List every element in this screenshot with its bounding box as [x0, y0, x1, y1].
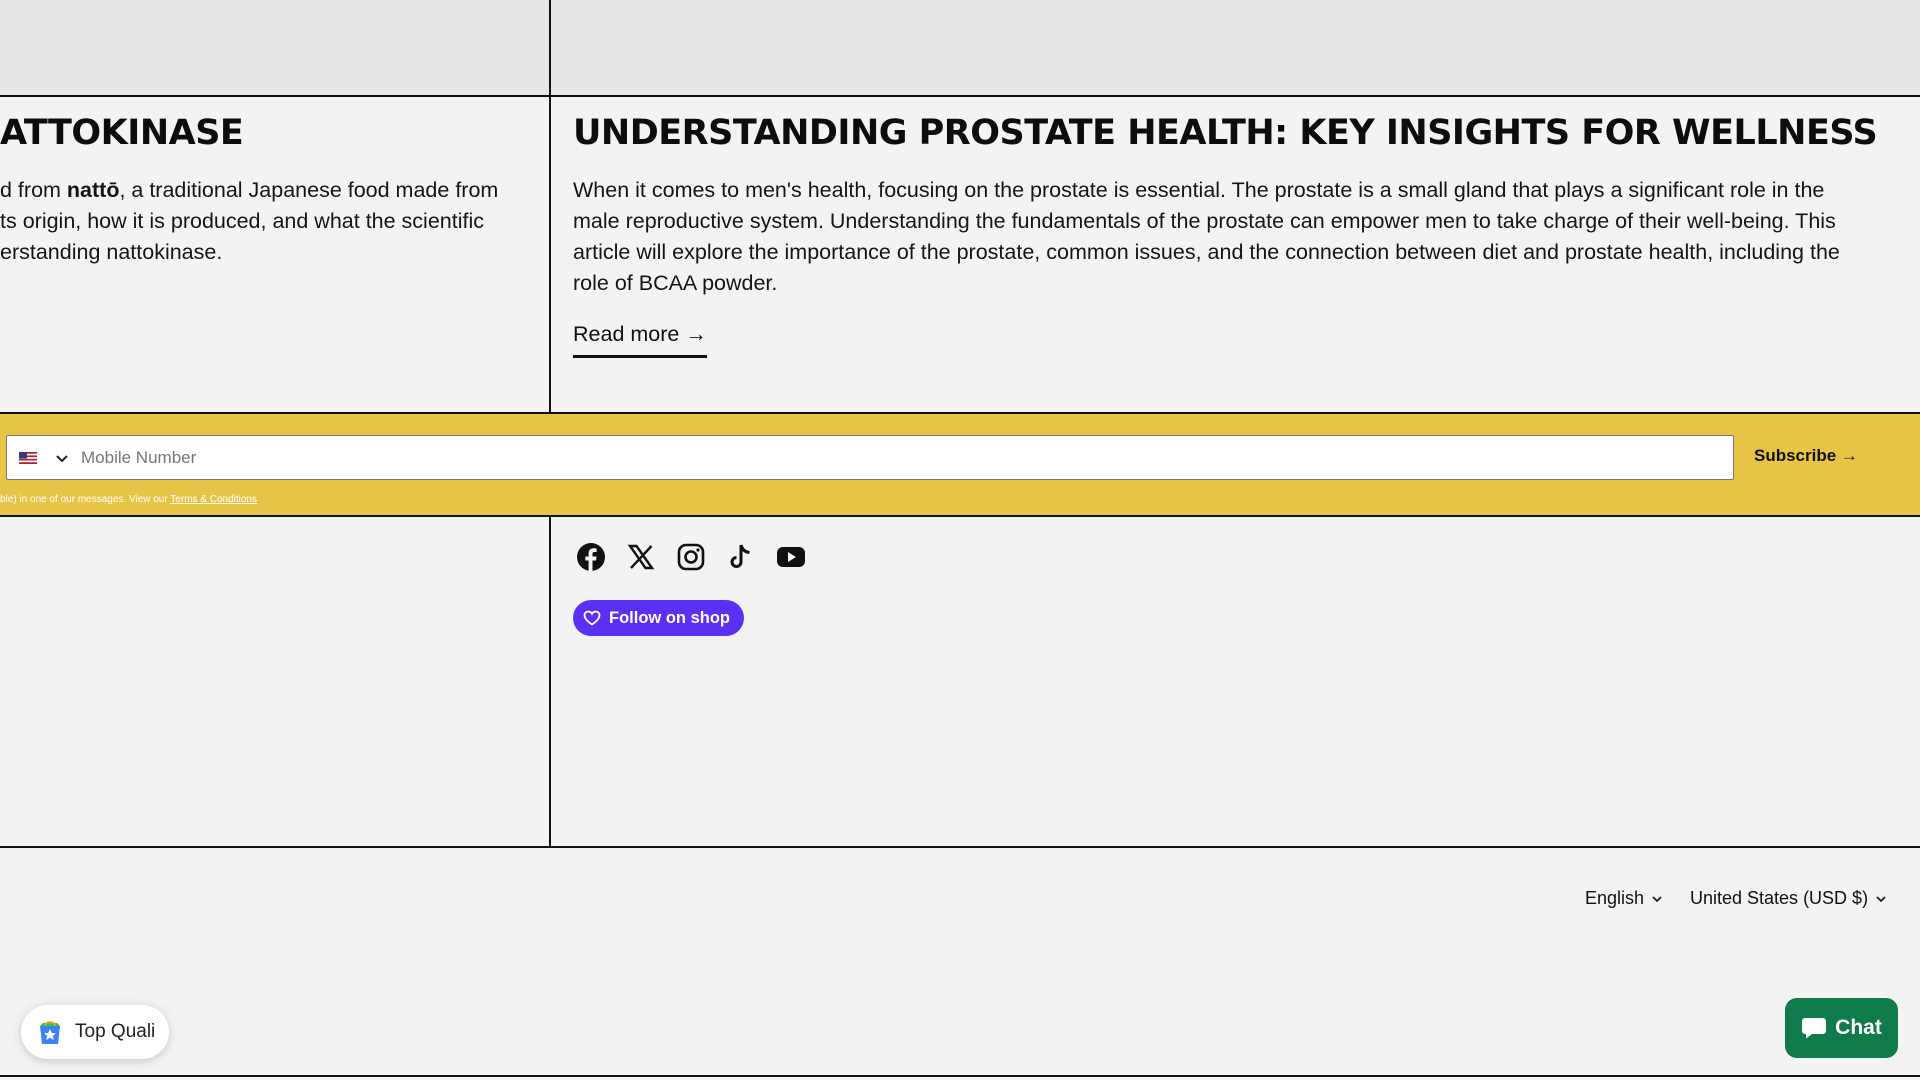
excerpt-line: role of BCAA powder.	[573, 271, 778, 295]
excerpt-text: d from	[0, 178, 67, 202]
chat-bubble-icon	[1802, 1018, 1827, 1039]
language-label: English	[1585, 888, 1645, 908]
subscribe-button[interactable]: Subscribe →	[1754, 446, 1858, 466]
us-flag-icon[interactable]	[19, 451, 37, 464]
read-more-link[interactable]: Read more →	[573, 322, 707, 358]
page-bottom-border	[0, 1075, 1920, 1077]
top-quality-badge[interactable]: Top Quali	[21, 1005, 169, 1059]
terms-link[interactable]: Terms & Conditions	[170, 494, 257, 505]
article-excerpt-right: When it comes to men's health, focusing …	[573, 175, 1903, 299]
chevron-down-icon	[1876, 895, 1886, 902]
excerpt-line: article will explore the importance of t…	[573, 240, 1840, 264]
follow-on-shop-button[interactable]: Follow on shop	[573, 600, 744, 636]
currency-selector[interactable]: United States (USD $)	[1690, 888, 1886, 909]
tiktok-icon[interactable]	[723, 539, 759, 575]
column-divider-top	[549, 0, 551, 412]
follow-label: Follow on shop	[609, 608, 730, 627]
sms-terms-notice: ble) in one of our messages. View our Te…	[0, 494, 257, 505]
excerpt-bold: nattō	[66, 178, 120, 202]
x-icon[interactable]	[623, 539, 659, 575]
excerpt-line: d from nattō, a traditional Japanese foo…	[0, 175, 540, 206]
excerpt-line: ts origin, how it is produced, and what …	[0, 209, 485, 233]
column-divider-bottom	[549, 517, 551, 848]
chat-label: Chat	[1835, 1016, 1882, 1039]
article-image-right[interactable]	[551, 0, 1920, 97]
badge-label: Top Quali	[75, 1021, 156, 1042]
excerpt-line: When it comes to men's health, focusing …	[573, 178, 1825, 202]
heart-icon	[583, 610, 601, 626]
chevron-down-icon	[1652, 895, 1662, 902]
social-links	[573, 539, 809, 575]
chat-button[interactable]: Chat	[1785, 998, 1898, 1058]
chevron-down-icon[interactable]	[55, 451, 69, 465]
excerpt-line: erstanding nattokinase.	[0, 240, 223, 264]
shopping-bag-star-icon	[40, 1021, 60, 1044]
youtube-icon[interactable]	[773, 539, 809, 575]
mobile-number-input[interactable]	[81, 447, 1733, 468]
footer-divider	[0, 846, 1920, 848]
article-excerpt-left: d from nattō, a traditional Japanese foo…	[0, 175, 540, 268]
instagram-icon[interactable]	[673, 539, 709, 575]
language-selector[interactable]: English	[1585, 888, 1662, 909]
terms-text: ble) in one of our messages. View our	[0, 494, 171, 505]
excerpt-text: , a traditional Japanese food made from	[119, 178, 499, 202]
facebook-icon[interactable]	[573, 539, 609, 575]
excerpt-line: male reproductive system. Understanding …	[573, 209, 1836, 233]
article-image-left[interactable]	[0, 0, 549, 97]
currency-label: United States (USD $)	[1690, 888, 1869, 908]
article-title-left[interactable]: ATTOKINASE	[0, 113, 244, 153]
mobile-number-field[interactable]	[6, 435, 1734, 480]
article-title-right[interactable]: UNDERSTANDING PROSTATE HEALTH: KEY INSIG…	[573, 113, 1878, 153]
